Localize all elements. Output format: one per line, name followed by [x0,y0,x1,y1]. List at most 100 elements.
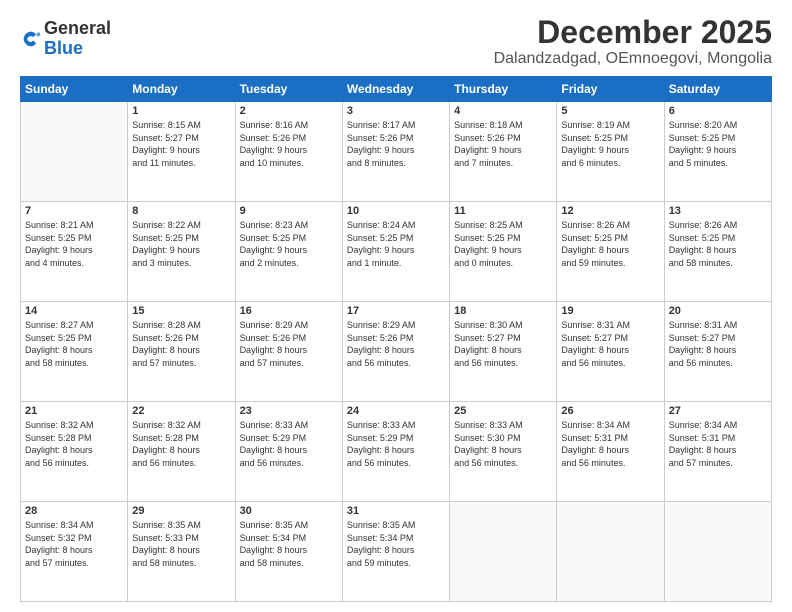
col-tuesday: Tuesday [235,77,342,102]
table-row: 4 Sunrise: 8:18 AM Sunset: 5:26 PM Daylig… [450,102,557,202]
table-row [21,102,128,202]
table-row: 30 Sunrise: 8:35 AM Sunset: 5:34 PM Dayli… [235,502,342,602]
table-row [664,502,771,602]
table-row: 10Sunrise: 8:24 AM Sunset: 5:25 PM Dayli… [342,202,449,302]
location: Dalandzadgad, OEmnoegovi, Mongolia [494,50,772,68]
col-saturday: Saturday [664,77,771,102]
day-number: 9 [240,205,338,217]
day-number: 28 [25,505,123,517]
calendar-week-3: 14Sunrise: 8:27 AM Sunset: 5:25 PM Dayli… [21,302,772,402]
day-number: 1 [132,105,230,117]
day-info: Sunrise: 8:29 AM Sunset: 5:26 PM Dayligh… [347,319,445,369]
day-number: 4 [454,105,552,117]
day-info: Sunrise: 8:32 AM Sunset: 5:28 PM Dayligh… [132,419,230,469]
table-row: 27 Sunrise: 8:34 AM Sunset: 5:31 PM Dayli… [664,402,771,502]
day-info: Sunrise: 8:35 AM Sunset: 5:34 PM Dayligh… [240,519,338,569]
day-number: 27 [669,405,767,417]
table-row: 22 Sunrise: 8:32 AM Sunset: 5:28 PM Dayli… [128,402,235,502]
table-row: 29 Sunrise: 8:35 AM Sunset: 5:33 PM Dayli… [128,502,235,602]
col-monday: Monday [128,77,235,102]
day-number: 12 [561,205,659,217]
table-row: 5 Sunrise: 8:19 AM Sunset: 5:25 PM Daylig… [557,102,664,202]
day-info: Sunrise: 8:26 AM Sunset: 5:25 PM Dayligh… [669,219,767,269]
day-number: 2 [240,105,338,117]
logo-blue-text: Blue [44,39,111,59]
table-row: 2 Sunrise: 8:16 AM Sunset: 5:26 PM Daylig… [235,102,342,202]
day-info: Sunrise: 8:24 AM Sunset: 5:25 PM Dayligh… [347,219,445,269]
table-row: 25Sunrise: 8:33 AM Sunset: 5:30 PM Dayli… [450,402,557,502]
day-info: Sunrise: 8:27 AM Sunset: 5:25 PM Dayligh… [25,319,123,369]
table-row [557,502,664,602]
month-title: December 2025 [494,15,772,50]
day-number: 6 [669,105,767,117]
title-block: December 2025 Dalandzadgad, OEmnoegovi, … [494,15,772,68]
table-row: 21 Sunrise: 8:32 AM Sunset: 5:28 PM Dayli… [21,402,128,502]
table-row: 26 Sunrise: 8:34 AM Sunset: 5:31 PM Dayli… [557,402,664,502]
day-info: Sunrise: 8:18 AM Sunset: 5:26 PM Dayligh… [454,119,552,169]
day-info: Sunrise: 8:32 AM Sunset: 5:28 PM Dayligh… [25,419,123,469]
day-info: Sunrise: 8:33 AM Sunset: 5:30 PM Dayligh… [454,419,552,469]
table-row: 16 Sunrise: 8:29 AM Sunset: 5:26 PM Dayli… [235,302,342,402]
day-info: Sunrise: 8:34 AM Sunset: 5:31 PM Dayligh… [561,419,659,469]
table-row: 9 Sunrise: 8:23 AM Sunset: 5:25 PM Daylig… [235,202,342,302]
logo: General Blue [20,19,111,59]
day-info: Sunrise: 8:20 AM Sunset: 5:25 PM Dayligh… [669,119,767,169]
table-row: 24 Sunrise: 8:33 AM Sunset: 5:29 PM Dayli… [342,402,449,502]
day-number: 22 [132,405,230,417]
day-info: Sunrise: 8:17 AM Sunset: 5:26 PM Dayligh… [347,119,445,169]
table-row: 28 Sunrise: 8:34 AM Sunset: 5:32 PM Dayli… [21,502,128,602]
table-row: 15Sunrise: 8:28 AM Sunset: 5:26 PM Dayli… [128,302,235,402]
day-info: Sunrise: 8:34 AM Sunset: 5:31 PM Dayligh… [669,419,767,469]
table-row: 31 Sunrise: 8:35 AM Sunset: 5:34 PM Dayli… [342,502,449,602]
day-info: Sunrise: 8:26 AM Sunset: 5:25 PM Dayligh… [561,219,659,269]
day-number: 20 [669,305,767,317]
day-number: 26 [561,405,659,417]
calendar-week-5: 28 Sunrise: 8:34 AM Sunset: 5:32 PM Dayli… [21,502,772,602]
day-info: Sunrise: 8:33 AM Sunset: 5:29 PM Dayligh… [347,419,445,469]
col-thursday: Thursday [450,77,557,102]
day-info: Sunrise: 8:23 AM Sunset: 5:25 PM Dayligh… [240,219,338,269]
day-number: 16 [240,305,338,317]
table-row: 20Sunrise: 8:31 AM Sunset: 5:27 PM Dayli… [664,302,771,402]
day-number: 19 [561,305,659,317]
table-row: 18Sunrise: 8:30 AM Sunset: 5:27 PM Dayli… [450,302,557,402]
day-info: Sunrise: 8:35 AM Sunset: 5:34 PM Dayligh… [347,519,445,569]
col-friday: Friday [557,77,664,102]
day-number: 13 [669,205,767,217]
table-row: 8Sunrise: 8:22 AM Sunset: 5:25 PM Daylig… [128,202,235,302]
day-number: 3 [347,105,445,117]
day-number: 30 [240,505,338,517]
col-sunday: Sunday [21,77,128,102]
day-number: 5 [561,105,659,117]
table-row: 19Sunrise: 8:31 AM Sunset: 5:27 PM Dayli… [557,302,664,402]
table-row: 3 Sunrise: 8:17 AM Sunset: 5:26 PM Daylig… [342,102,449,202]
day-info: Sunrise: 8:30 AM Sunset: 5:27 PM Dayligh… [454,319,552,369]
table-row: 13 Sunrise: 8:26 AM Sunset: 5:25 PM Dayli… [664,202,771,302]
table-row: 23 Sunrise: 8:33 AM Sunset: 5:29 PM Dayli… [235,402,342,502]
calendar-header-row: Sunday Monday Tuesday Wednesday Thursday… [21,77,772,102]
day-info: Sunrise: 8:16 AM Sunset: 5:26 PM Dayligh… [240,119,338,169]
day-info: Sunrise: 8:33 AM Sunset: 5:29 PM Dayligh… [240,419,338,469]
day-info: Sunrise: 8:34 AM Sunset: 5:32 PM Dayligh… [25,519,123,569]
day-number: 23 [240,405,338,417]
day-number: 15 [132,305,230,317]
table-row: 14Sunrise: 8:27 AM Sunset: 5:25 PM Dayli… [21,302,128,402]
day-info: Sunrise: 8:22 AM Sunset: 5:25 PM Dayligh… [132,219,230,269]
day-number: 24 [347,405,445,417]
table-row: 1Sunrise: 8:15 AM Sunset: 5:27 PM Daylig… [128,102,235,202]
calendar-table: Sunday Monday Tuesday Wednesday Thursday… [20,76,772,602]
day-number: 31 [347,505,445,517]
table-row: 11Sunrise: 8:25 AM Sunset: 5:25 PM Dayli… [450,202,557,302]
logo-text: General Blue [44,19,111,59]
day-number: 29 [132,505,230,517]
day-info: Sunrise: 8:19 AM Sunset: 5:25 PM Dayligh… [561,119,659,169]
day-number: 21 [25,405,123,417]
day-number: 7 [25,205,123,217]
table-row: 6 Sunrise: 8:20 AM Sunset: 5:25 PM Daylig… [664,102,771,202]
header: General Blue December 2025 Dalandzadgad,… [20,15,772,68]
page: General Blue December 2025 Dalandzadgad,… [0,0,792,612]
table-row [450,502,557,602]
day-info: Sunrise: 8:35 AM Sunset: 5:33 PM Dayligh… [132,519,230,569]
day-info: Sunrise: 8:29 AM Sunset: 5:26 PM Dayligh… [240,319,338,369]
table-row: 12 Sunrise: 8:26 AM Sunset: 5:25 PM Dayli… [557,202,664,302]
